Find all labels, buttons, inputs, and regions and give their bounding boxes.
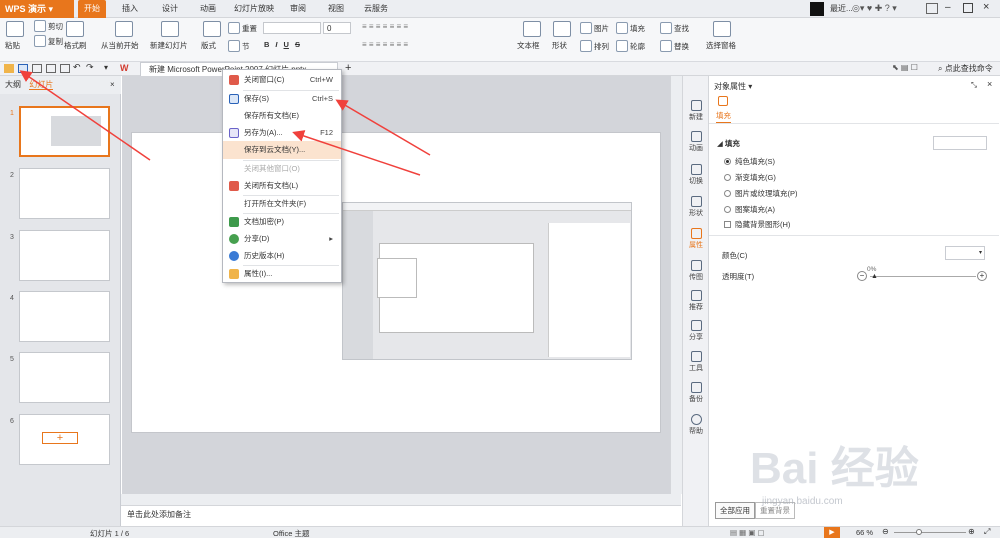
view-buttons[interactable]: ▤ ▦ ▣ ▢ (730, 528, 765, 537)
play-slideshow-button[interactable]: ▶ (824, 527, 840, 538)
fit-window-icon[interactable]: ⤢ (984, 527, 990, 537)
status-bar: 幻灯片 1 / 6 Office 主题 ▤ ▦ ▣ ▢ ▶ 66 % ⊖ ⊕ ⤢ (0, 526, 1000, 538)
slide-position: 幻灯片 1 / 6 (90, 529, 130, 538)
zoom-slider[interactable] (894, 532, 966, 533)
annotation-arrows (19, 70, 431, 176)
arrow-to-save-as-item (292, 130, 421, 176)
zoom-level[interactable]: 66 % (856, 528, 873, 537)
zoom-out-icon[interactable]: ⊖ (882, 527, 889, 536)
zoom-in-icon[interactable]: ⊕ (968, 527, 975, 536)
arrow-to-save-icon (19, 70, 151, 161)
theme-name: Office 主题 (273, 529, 310, 538)
zoom-slider-thumb[interactable] (916, 529, 922, 535)
arrow-to-save-item (335, 99, 431, 156)
